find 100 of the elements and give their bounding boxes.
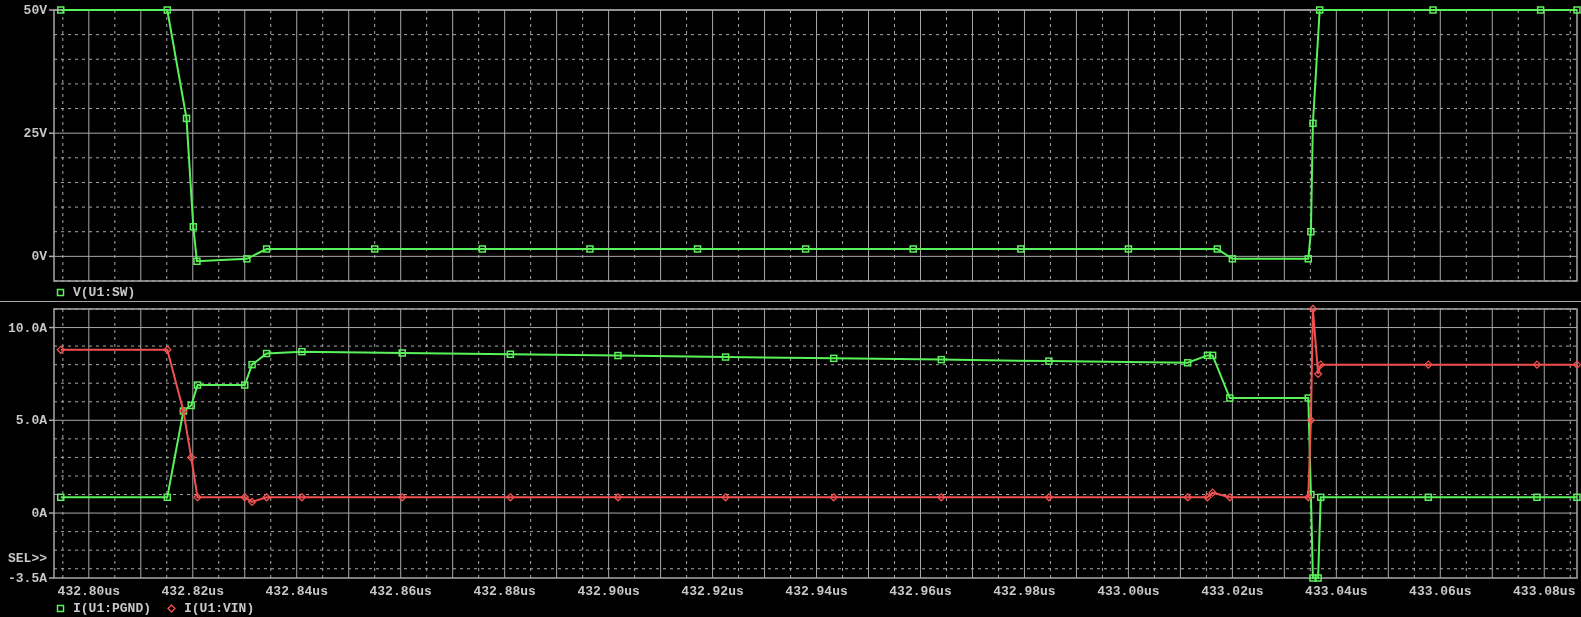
point (298, 347, 306, 356)
point (262, 245, 271, 253)
point (909, 245, 917, 253)
axis-tick-label: 433.04us (1305, 584, 1368, 599)
point (829, 354, 838, 363)
point (187, 401, 195, 410)
point (1225, 493, 1234, 502)
point (1314, 574, 1322, 582)
axis-tick-label: 0V (31, 249, 47, 265)
point (613, 493, 623, 502)
point (248, 360, 256, 369)
point (1208, 488, 1217, 497)
point (586, 245, 594, 253)
point (1533, 493, 1541, 502)
axis-tick-label: 432.88us (473, 584, 536, 599)
axis-tick-label: 433.06us (1409, 584, 1472, 599)
point (56, 345, 65, 354)
point (1044, 493, 1054, 502)
point (1572, 360, 1581, 369)
point (1017, 245, 1025, 253)
point (1424, 493, 1433, 502)
point (721, 493, 730, 502)
point (370, 245, 379, 253)
point (1573, 493, 1581, 502)
axis-tick-label: 50V (23, 3, 47, 18)
point (1429, 6, 1437, 14)
axis-tick-label: 433.00us (1097, 584, 1160, 599)
point (1316, 493, 1325, 502)
point (829, 493, 838, 502)
point (801, 245, 810, 253)
axis-tick-label: 432.92us (681, 584, 744, 599)
point (1309, 119, 1317, 128)
point (398, 349, 407, 357)
axis-tick-label: 432.80us (57, 584, 121, 599)
point (693, 245, 702, 253)
point (1424, 360, 1433, 369)
axis-tick-label: 432.96us (889, 584, 952, 599)
point (506, 350, 515, 359)
point (937, 493, 946, 502)
point (1183, 493, 1192, 502)
axis-tick-label: 10.0A (8, 320, 47, 336)
point (398, 493, 407, 502)
axis-tick-label: 432.82us (161, 584, 224, 599)
point (297, 493, 307, 502)
axis-tick-label: 0A (31, 506, 47, 522)
legend-label[interactable]: V(U1:SW) (73, 285, 136, 299)
point (193, 257, 201, 266)
point (1203, 493, 1212, 502)
point (506, 493, 515, 502)
axis-tick-label: 5.0A (15, 413, 47, 429)
point (1045, 357, 1053, 365)
point (1316, 360, 1325, 369)
point (1203, 351, 1212, 360)
square-marker-icon (56, 287, 65, 297)
axis-tick-label: 433.08us (1513, 584, 1576, 599)
axis-tick-label: -3.5A (8, 571, 47, 586)
point (247, 497, 257, 507)
point (1306, 416, 1316, 425)
axis-tick-label: 432.86us (369, 584, 432, 599)
point (262, 349, 271, 358)
point (1228, 255, 1237, 263)
legend-label[interactable]: I(U1:PGND) (73, 601, 151, 615)
axis-tick-label: 25V (23, 126, 47, 142)
point (1213, 245, 1222, 253)
point (614, 351, 622, 360)
point (241, 381, 249, 389)
point (1208, 351, 1217, 360)
point (193, 493, 202, 502)
point (721, 353, 730, 361)
point (1313, 369, 1323, 379)
point (163, 493, 172, 502)
legend-label[interactable]: I(U1:VIN) (184, 601, 255, 615)
axis-tick-label: 432.94us (785, 584, 848, 599)
point (193, 381, 202, 389)
point (1532, 360, 1542, 369)
point (262, 493, 271, 502)
point (163, 345, 172, 354)
point (1124, 245, 1133, 253)
point (1309, 574, 1317, 582)
point (187, 453, 196, 462)
point (1226, 394, 1234, 402)
point (1315, 6, 1324, 14)
point (1573, 6, 1581, 14)
point (1308, 304, 1318, 314)
point (1536, 6, 1545, 14)
point (57, 6, 65, 14)
point (240, 493, 249, 502)
axis-tick-label: 433.02us (1201, 584, 1264, 599)
point (57, 493, 65, 502)
point (1307, 227, 1315, 236)
selection-marker: SEL>> (8, 551, 47, 566)
axis-tick-label: 432.84us (265, 584, 328, 599)
point (1183, 359, 1192, 367)
point (937, 355, 946, 364)
diamond-marker-icon (167, 603, 176, 613)
point (182, 114, 191, 123)
axis-tick-label: 432.90us (577, 584, 640, 599)
point (1304, 255, 1313, 263)
point (189, 223, 198, 231)
axis-tick-label: 432.98us (993, 584, 1056, 599)
